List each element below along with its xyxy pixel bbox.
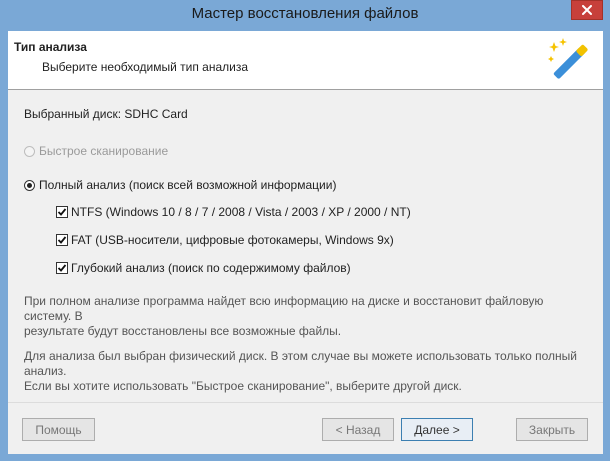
checkmark-icon xyxy=(57,208,67,216)
full-analysis-radio[interactable]: Полный анализ (поиск всей возможной инфо… xyxy=(24,178,336,192)
deep-analysis-label: Глубокий анализ (поиск по содержимому фа… xyxy=(71,261,351,275)
info-line: Если вы хотите использовать "Быстрое ска… xyxy=(24,379,462,393)
page-subtitle: Выберите необходимый тип анализа xyxy=(42,60,249,74)
close-button[interactable]: Закрыть xyxy=(516,418,588,441)
wizard-client-area: Тип анализа Выберите необходимый тип ана… xyxy=(8,31,603,454)
physical-disk-info: Для анализа был выбран физический диск. … xyxy=(24,349,584,394)
fat-checkbox[interactable]: FAT (USB-носители, цифровые фотокамеры, … xyxy=(56,233,394,247)
deep-analysis-checkbox[interactable]: Глубокий анализ (поиск по содержимому фа… xyxy=(56,261,351,275)
checkbox-indicator[interactable] xyxy=(56,206,68,218)
checkbox-indicator[interactable] xyxy=(56,262,68,274)
info-line: результате будут восстановлены все возмо… xyxy=(24,324,342,338)
info-line: При полном анализе программа найдет всю … xyxy=(24,294,544,323)
ntfs-label: NTFS (Windows 10 / 8 / 7 / 2008 / Vista … xyxy=(71,205,411,219)
wizard-window: Мастер восстановления файлов Тип анализа… xyxy=(0,0,610,461)
selected-disk-label: Выбранный диск: SDHC Card xyxy=(24,107,188,121)
title-bar[interactable]: Мастер восстановления файлов xyxy=(0,0,610,30)
window-close-button[interactable] xyxy=(571,0,603,20)
full-analysis-label: Полный анализ (поиск всей возможной инфо… xyxy=(39,178,337,192)
checkmark-icon xyxy=(57,264,67,272)
radio-indicator[interactable] xyxy=(24,179,35,191)
checkmark-icon xyxy=(57,236,67,244)
radio-indicator[interactable] xyxy=(24,145,35,157)
fat-label: FAT (USB-носители, цифровые фотокамеры, … xyxy=(71,233,394,247)
help-button[interactable]: Помощь xyxy=(22,418,95,441)
window-title: Мастер восстановления файлов xyxy=(191,5,419,22)
quick-scan-radio[interactable]: Быстрое сканирование xyxy=(24,144,168,158)
back-button[interactable]: < Назад xyxy=(322,418,394,441)
next-button[interactable]: Далее > xyxy=(401,418,473,441)
full-analysis-info: При полном анализе программа найдет всю … xyxy=(24,294,584,339)
footer-divider xyxy=(8,402,603,403)
info-line: Для анализа был выбран физический диск. … xyxy=(24,349,577,378)
checkbox-indicator[interactable] xyxy=(56,234,68,246)
close-icon xyxy=(582,5,592,15)
quick-scan-label: Быстрое сканирование xyxy=(39,144,169,158)
magic-wand-icon xyxy=(548,38,588,79)
page-title: Тип анализа xyxy=(14,40,87,54)
ntfs-checkbox[interactable]: NTFS (Windows 10 / 8 / 7 / 2008 / Vista … xyxy=(56,205,411,219)
wizard-header: Тип анализа Выберите необходимый тип ана… xyxy=(8,31,603,90)
